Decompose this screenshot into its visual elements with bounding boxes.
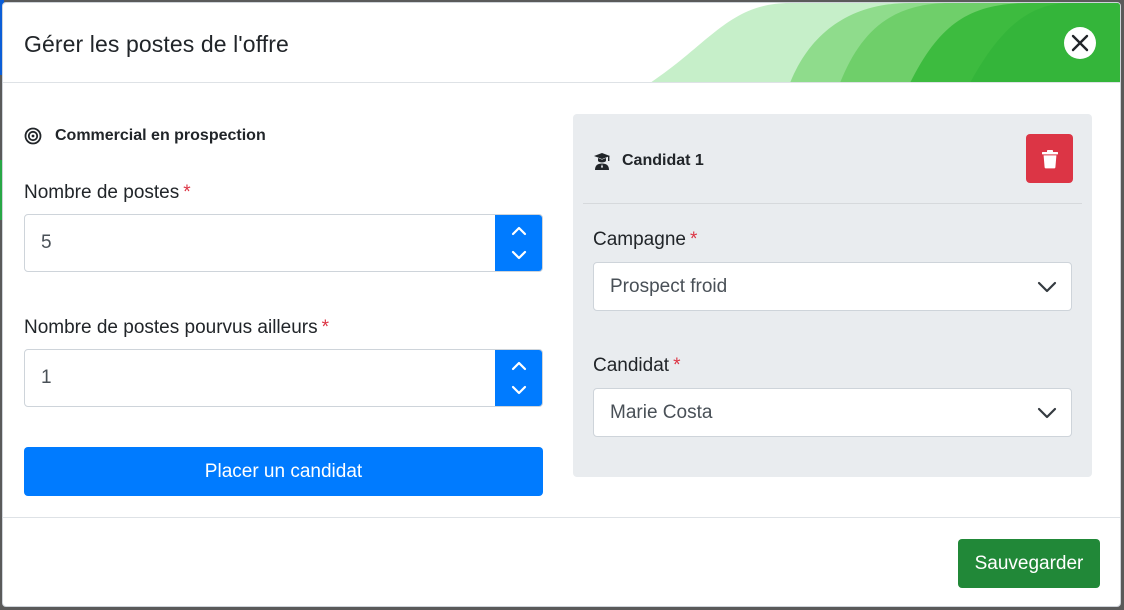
modal-title: Gérer les postes de l'offre bbox=[24, 31, 289, 57]
manage-positions-modal: Gérer les postes de l'offre Commercial e… bbox=[2, 2, 1121, 607]
place-candidate-button[interactable]: Placer un candidat bbox=[24, 447, 543, 496]
candidate-title: Candidat 1 bbox=[593, 152, 704, 170]
chevron-down-icon bbox=[1037, 407, 1057, 419]
graduate-icon bbox=[593, 152, 611, 170]
save-button[interactable]: Sauvegarder bbox=[958, 539, 1100, 588]
campagne-select[interactable]: Prospect froid bbox=[593, 262, 1072, 311]
required-marker: * bbox=[321, 317, 329, 338]
close-icon bbox=[1071, 34, 1089, 52]
modal-body: Commercial en prospection Nombre de post… bbox=[3, 84, 1120, 518]
nombre-postes-input[interactable]: 5 bbox=[24, 214, 543, 272]
candidate-header: Candidat 1 bbox=[583, 114, 1082, 204]
nombre-postes-stepper[interactable] bbox=[495, 215, 542, 271]
position-title-label: Commercial en prospection bbox=[55, 127, 266, 144]
chevron-down-icon bbox=[511, 385, 526, 395]
candidate-panel: Candidat 1 Campagne * Prospect froid Can… bbox=[573, 114, 1092, 477]
required-marker: * bbox=[689, 229, 698, 250]
campagne-selected-value: Prospect froid bbox=[610, 275, 728, 297]
increment-button[interactable] bbox=[509, 359, 529, 373]
postes-pourvus-label: Nombre de postes pourvus ailleurs * bbox=[24, 317, 329, 338]
candidat-selected-value: Marie Costa bbox=[610, 401, 713, 423]
chevron-up-icon bbox=[511, 226, 526, 236]
postes-pourvus-value[interactable]: 1 bbox=[25, 350, 495, 406]
decrement-button[interactable] bbox=[509, 383, 529, 397]
postes-pourvus-input[interactable]: 1 bbox=[24, 349, 543, 407]
candidat-select[interactable]: Marie Costa bbox=[593, 388, 1072, 437]
required-marker: * bbox=[673, 355, 681, 376]
decrement-button[interactable] bbox=[509, 248, 529, 262]
target-icon bbox=[24, 127, 42, 145]
chevron-up-icon bbox=[511, 361, 526, 371]
delete-candidate-button[interactable] bbox=[1026, 134, 1073, 183]
position-title: Commercial en prospection bbox=[24, 127, 266, 145]
candidat-label: Candidat * bbox=[593, 355, 681, 376]
nombre-postes-value[interactable]: 5 bbox=[25, 215, 495, 271]
chevron-down-icon bbox=[511, 250, 526, 260]
modal-footer: Sauvegarder bbox=[3, 517, 1120, 606]
required-marker: * bbox=[183, 182, 191, 203]
chevron-down-icon bbox=[1037, 281, 1057, 293]
trash-icon bbox=[1041, 149, 1058, 168]
increment-button[interactable] bbox=[509, 224, 529, 238]
header-decoration bbox=[651, 3, 1120, 82]
postes-pourvus-stepper[interactable] bbox=[495, 350, 542, 406]
campagne-label: Campagne * bbox=[593, 229, 698, 250]
nombre-postes-label: Nombre de postes * bbox=[24, 182, 191, 203]
close-button[interactable] bbox=[1064, 27, 1096, 59]
modal-header: Gérer les postes de l'offre bbox=[3, 3, 1120, 83]
candidate-title-label: Candidat 1 bbox=[622, 152, 704, 169]
